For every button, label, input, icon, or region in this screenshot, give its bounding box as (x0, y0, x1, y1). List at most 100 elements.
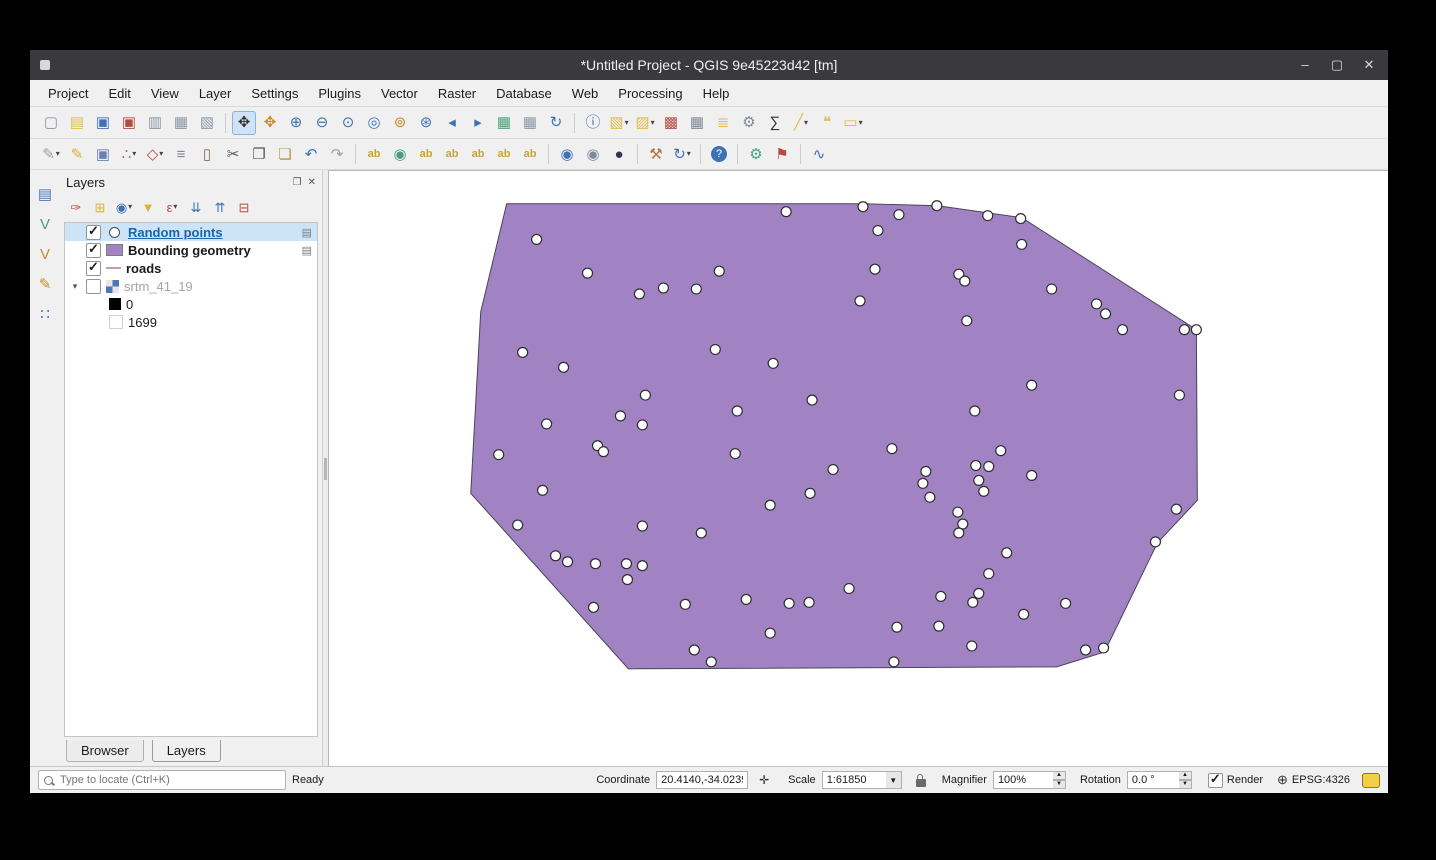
identify-features-button[interactable]: ⓘ (581, 111, 605, 135)
layer-checkbox[interactable] (86, 225, 101, 240)
menu-item-project[interactable]: Project (38, 83, 98, 104)
maximize-button[interactable]: ▢ (1328, 57, 1346, 73)
close-button[interactable]: ✕ (1360, 57, 1378, 73)
layer-diagram-button[interactable]: ◉ (388, 142, 412, 166)
filter-legend-button[interactable]: ▼ (137, 196, 159, 218)
modify-attributes-button[interactable]: ≡ (169, 142, 193, 166)
current-edits-button[interactable]: ✎▾ (39, 142, 63, 166)
manage-map-themes-button[interactable]: ◉▾ (113, 196, 135, 218)
new-bookmark-button[interactable]: ◉ (581, 142, 605, 166)
save-project-as-button[interactable]: ▣ (117, 111, 141, 135)
maptip-button[interactable]: ◉ (555, 142, 579, 166)
spin-up-icon[interactable]: ▲ (1179, 771, 1192, 780)
layer-item-roads[interactable]: roads (65, 259, 317, 277)
expand-all-button[interactable]: ⇊ (185, 196, 207, 218)
menu-item-help[interactable]: Help (693, 83, 740, 104)
options-button[interactable]: ⚙ (737, 111, 761, 135)
open-layer-styling-button[interactable]: ✑ (65, 196, 87, 218)
menu-item-layer[interactable]: Layer (189, 83, 242, 104)
reload-plugins-button[interactable]: ↻▾ (670, 142, 694, 166)
show-bookmarks-button[interactable]: ● (607, 142, 631, 166)
layer-checkbox[interactable] (86, 279, 101, 294)
scale-dropdown-button[interactable]: ▼ (886, 771, 902, 789)
show-hide-labels-button[interactable]: ab (466, 142, 490, 166)
lock-scale-icon[interactable] (916, 779, 926, 787)
zoom-out-button[interactable]: ⊖ (310, 111, 334, 135)
close-panel-icon[interactable]: ✕ (308, 177, 316, 188)
menu-item-plugins[interactable]: Plugins (308, 83, 371, 104)
open-project-button[interactable]: ▤ (65, 111, 89, 135)
zoom-to-selection-button[interactable]: ⊚ (388, 111, 412, 135)
pan-to-selection-button[interactable]: ✥ (258, 111, 282, 135)
zoom-next-button[interactable]: ▸ (466, 111, 490, 135)
expander-icon[interactable]: ▾ (69, 281, 81, 292)
new-virtual-layer-button[interactable]: V (33, 242, 57, 266)
menu-item-edit[interactable]: Edit (98, 83, 140, 104)
spin-down-icon[interactable]: ▼ (1053, 780, 1066, 789)
paste-features-button[interactable]: ❏ (273, 142, 297, 166)
add-delimited-text-button[interactable]: ∷ (33, 302, 57, 326)
new-project-button[interactable]: ▢ (39, 111, 63, 135)
spin-down-icon[interactable]: ▼ (1179, 780, 1192, 789)
add-group-button[interactable]: ⊞ (89, 196, 111, 218)
menu-item-vector[interactable]: Vector (371, 83, 428, 104)
text-annotation-button[interactable]: ▭▾ (841, 111, 865, 135)
float-panel-icon[interactable]: ❐ (293, 177, 302, 188)
undo-button[interactable]: ↶ (299, 142, 323, 166)
select-features-button[interactable]: ▧▾ (607, 111, 631, 135)
refresh-map-button[interactable]: ↻ (544, 111, 568, 135)
layer-checkbox[interactable] (86, 261, 101, 276)
layer-item-srtm-41-19[interactable]: ▾srtm_41_19 (65, 277, 317, 295)
menu-item-view[interactable]: View (141, 83, 189, 104)
menu-item-database[interactable]: Database (486, 83, 562, 104)
copy-features-button[interactable]: ❐ (247, 142, 271, 166)
profile-tool-button[interactable]: ∿ (807, 142, 831, 166)
menu-item-processing[interactable]: Processing (608, 83, 692, 104)
crs-status[interactable]: ⊕ EPSG:4326 (1277, 772, 1350, 788)
pin-unpin-labels-button[interactable]: ab (440, 142, 464, 166)
show-layout-manager-button[interactable]: ▦ (169, 111, 193, 135)
save-project-button[interactable]: ▣ (91, 111, 115, 135)
scale-input[interactable] (822, 771, 886, 789)
zoom-to-layer-button[interactable]: ⊛ (414, 111, 438, 135)
menu-item-settings[interactable]: Settings (241, 83, 308, 104)
map-tips-button[interactable]: ❝ (815, 111, 839, 135)
cut-features-button[interactable]: ✂ (221, 142, 245, 166)
nominatim-search-button[interactable]: ⚒ (644, 142, 668, 166)
spin-up-icon[interactable]: ▲ (1053, 771, 1066, 780)
zoom-last-button[interactable]: ◂ (440, 111, 464, 135)
map-canvas[interactable] (328, 170, 1388, 766)
redo-button[interactable]: ↷ (325, 142, 349, 166)
add-vector-layer-button[interactable]: V (33, 212, 57, 236)
magnifier-input[interactable] (993, 771, 1053, 789)
toggle-editing-button[interactable]: ✎ (65, 142, 89, 166)
new-map-view-button[interactable]: ▦ (492, 111, 516, 135)
menu-item-web[interactable]: Web (562, 83, 609, 104)
save-layer-edits-button[interactable]: ▣ (91, 142, 115, 166)
measure-button[interactable]: ╱▾ (789, 111, 813, 135)
locate-box[interactable] (38, 770, 286, 790)
zoom-native-button[interactable]: ⊙ (336, 111, 360, 135)
project-properties-button[interactable]: ▧ (195, 111, 219, 135)
deselect-all-button[interactable]: ▩ (659, 111, 683, 135)
layer-item-random-points[interactable]: Random points▤ (65, 223, 317, 241)
layer-checkbox[interactable] (86, 243, 101, 258)
statistical-summary-button[interactable]: ∑ (763, 111, 787, 135)
grass-tools-button[interactable]: ⚑ (770, 142, 794, 166)
remove-layer-button[interactable]: ⊟ (233, 196, 255, 218)
rotation-input[interactable] (1127, 771, 1179, 789)
coordinate-input[interactable] (656, 771, 748, 789)
magnifier-spinbox[interactable]: ▲ ▼ (993, 771, 1066, 789)
delete-selected-button[interactable]: ▯ (195, 142, 219, 166)
scale-combo[interactable]: ▼ (822, 771, 902, 789)
field-calculator-button[interactable]: ≣ (711, 111, 735, 135)
menu-item-raster[interactable]: Raster (428, 83, 486, 104)
rotation-spinbox[interactable]: ▲ ▼ (1127, 771, 1192, 789)
toggle-extents-button[interactable]: ✛ (755, 771, 773, 789)
help-contents-button[interactable]: ? (707, 142, 731, 166)
layer-item-bounding-geometry[interactable]: Bounding geometry▤ (65, 241, 317, 259)
change-label-button[interactable]: ab (518, 142, 542, 166)
filter-by-expression-button[interactable]: ε▾ (161, 196, 183, 218)
locate-input[interactable] (58, 773, 280, 787)
new-shapefile-layer-button[interactable]: ✎ (33, 272, 57, 296)
